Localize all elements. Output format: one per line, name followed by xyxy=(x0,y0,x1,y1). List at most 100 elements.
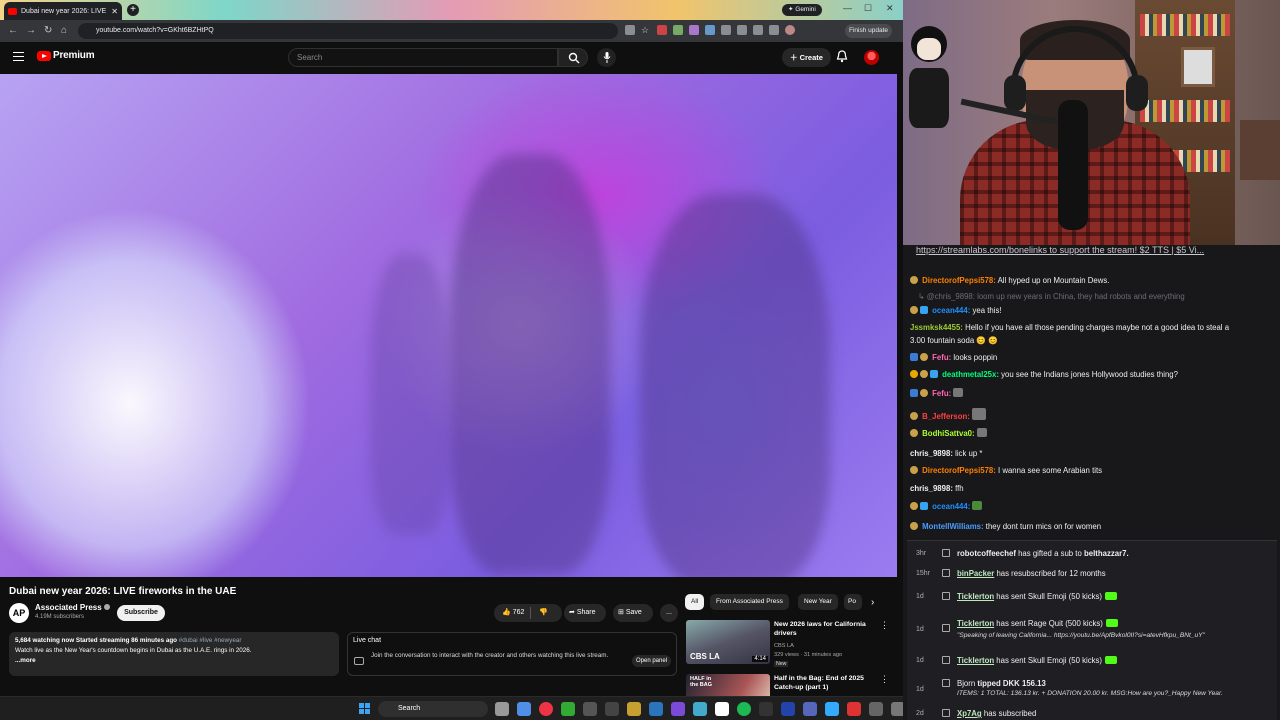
chip-all[interactable]: All xyxy=(685,594,705,610)
chat-username[interactable]: Jssmksk4455: xyxy=(910,323,963,332)
chat-username[interactable]: DirectorofPepsi578: xyxy=(922,466,996,475)
rec-title[interactable]: Half in the Bag: End of 2025 Catch-up (p… xyxy=(774,674,874,692)
chat-username[interactable]: BodhiSattva0: xyxy=(922,429,974,438)
search-button[interactable] xyxy=(558,48,588,67)
app-icon[interactable] xyxy=(605,702,619,716)
chip-new-year[interactable]: New Year xyxy=(798,594,838,610)
chip-po[interactable]: Po xyxy=(844,594,862,610)
chevron-right-icon[interactable]: › xyxy=(871,597,874,608)
youtube-logo-icon[interactable] xyxy=(37,51,51,61)
app-icon[interactable] xyxy=(869,702,883,716)
chat-username[interactable]: Fefu: xyxy=(932,389,951,398)
pinned-link[interactable]: https://streamlabs.com/bonelinks to supp… xyxy=(916,245,1274,255)
rec-thumbnail[interactable]: CBS LA 4:14 xyxy=(686,620,770,664)
search-input[interactable]: Search xyxy=(288,48,558,67)
app-icon[interactable] xyxy=(561,702,575,716)
app-icon[interactable] xyxy=(847,702,861,716)
event-user[interactable]: Ticklerton xyxy=(957,592,994,601)
chrome-icon[interactable] xyxy=(539,702,553,716)
subscribe-button[interactable]: Subscribe xyxy=(117,605,165,621)
chat-username[interactable]: MontellWilliams: xyxy=(922,522,983,531)
chat-username[interactable]: Fefu: xyxy=(932,353,951,362)
channel-avatar[interactable]: AP xyxy=(9,603,29,623)
dislike-icon[interactable]: 👎 xyxy=(539,604,548,622)
download-icon[interactable] xyxy=(769,25,779,35)
maximize-icon[interactable]: ☐ xyxy=(864,3,872,14)
bookmark-star-icon[interactable]: ☆ xyxy=(641,25,651,35)
home-icon[interactable]: ⌂ xyxy=(61,25,67,36)
event-user[interactable]: robotcoffeechef xyxy=(957,549,1016,558)
browser-tab[interactable]: Dubai new year 2026: LIVE ✕ xyxy=(4,2,122,20)
event-user[interactable]: Ticklerton xyxy=(957,656,994,665)
chat-username[interactable]: deathmetal25x: xyxy=(942,370,999,379)
extension-icon[interactable] xyxy=(625,25,635,35)
taskbar-search[interactable]: Search xyxy=(378,701,488,717)
app-icon[interactable] xyxy=(759,702,773,716)
chat-username[interactable]: chris_9898: xyxy=(910,449,953,458)
close-tab-icon[interactable]: ✕ xyxy=(111,7,118,16)
terminal-icon[interactable] xyxy=(583,702,597,716)
event-user[interactable]: Bjorn xyxy=(957,679,975,688)
app-icon[interactable] xyxy=(803,702,817,716)
open-panel-button[interactable]: Open panel xyxy=(632,655,672,667)
edge-icon[interactable] xyxy=(517,702,531,716)
extension-icon[interactable] xyxy=(673,25,683,35)
new-tab-button[interactable]: + xyxy=(127,4,139,16)
rec-more-icon[interactable]: ⋮ xyxy=(880,674,886,685)
premium-logo-text[interactable]: Premium xyxy=(53,50,95,61)
chat-username[interactable]: @chris_9898: xyxy=(927,292,975,301)
notifications-bell-icon[interactable] xyxy=(836,50,848,63)
rec-more-icon[interactable]: ⋮ xyxy=(880,620,889,631)
event-user[interactable]: Ticklerton xyxy=(957,619,994,628)
chat-username[interactable]: DirectorofPepsi578: xyxy=(922,276,996,285)
folder-icon[interactable] xyxy=(627,702,641,716)
video-player[interactable] xyxy=(0,74,897,577)
extension-icon[interactable] xyxy=(689,25,699,35)
sidebar-icon[interactable] xyxy=(753,25,763,35)
voice-search-button[interactable] xyxy=(597,48,616,67)
chat-username[interactable]: chris_9898: xyxy=(910,484,953,493)
chip-from-associated-press[interactable]: From Associated Press xyxy=(710,594,789,610)
event-user[interactable]: binPacker xyxy=(957,569,994,578)
close-window-icon[interactable]: ✕ xyxy=(886,3,894,14)
event-message[interactable]: "Speaking of leaving California... https… xyxy=(957,630,1205,641)
rec-thumbnail[interactable]: HALF in the BAG xyxy=(686,674,770,696)
description-more[interactable]: ...more xyxy=(15,656,333,666)
recommendation-item[interactable]: HALF in the BAG Half in the Bag: End of … xyxy=(686,674,886,696)
rec-title[interactable]: New 2026 laws for California drivers xyxy=(774,620,874,638)
app-icon[interactable] xyxy=(693,702,707,716)
more-actions-button[interactable]: ... xyxy=(660,604,678,622)
chat-username[interactable]: B_Jefferson: xyxy=(922,412,970,421)
profile-avatar-icon[interactable] xyxy=(785,25,795,35)
finish-update-button[interactable]: Finish update xyxy=(845,24,893,38)
gemini-button[interactable]: ✦ Gemini xyxy=(782,4,822,16)
steam-icon[interactable] xyxy=(649,702,663,716)
create-button[interactable]: ＋ Create xyxy=(782,48,831,67)
extensions-puzzle-icon[interactable] xyxy=(737,25,747,35)
menu-icon[interactable] xyxy=(13,52,24,61)
back-icon[interactable]: ← xyxy=(8,25,18,36)
channel-name[interactable]: Associated Press xyxy=(35,603,110,612)
account-avatar[interactable] xyxy=(864,50,879,65)
app-icon[interactable] xyxy=(671,702,685,716)
extension-icon[interactable] xyxy=(705,25,715,35)
share-button[interactable]: ➦ Share xyxy=(564,604,606,622)
app-icon[interactable] xyxy=(715,702,729,716)
reload-icon[interactable]: ↻ xyxy=(44,25,52,36)
app-icon[interactable] xyxy=(781,702,795,716)
description-box[interactable]: 5,684 watching now Started streaming 86 … xyxy=(9,632,339,676)
url-input[interactable]: youtube.com/watch?v=GKht6BZHtPQ xyxy=(78,23,618,39)
forward-icon[interactable]: → xyxy=(26,25,36,36)
extension-icon[interactable] xyxy=(657,25,667,35)
extension-icon[interactable] xyxy=(721,25,731,35)
like-button[interactable]: 👍 762 xyxy=(502,604,524,622)
app-icon[interactable] xyxy=(825,702,839,716)
windows-start-icon[interactable] xyxy=(359,703,370,714)
chat-username[interactable]: ocean444: xyxy=(932,306,970,315)
spotify-icon[interactable] xyxy=(737,702,751,716)
file-explorer-icon[interactable] xyxy=(495,702,509,716)
rec-channel[interactable]: CBS LA xyxy=(774,642,794,650)
event-user[interactable]: Xp7Ag xyxy=(957,709,982,718)
description-hashtags[interactable]: #dubai #live #newyear xyxy=(179,637,242,644)
save-button[interactable]: ⊞ Save xyxy=(613,604,653,622)
